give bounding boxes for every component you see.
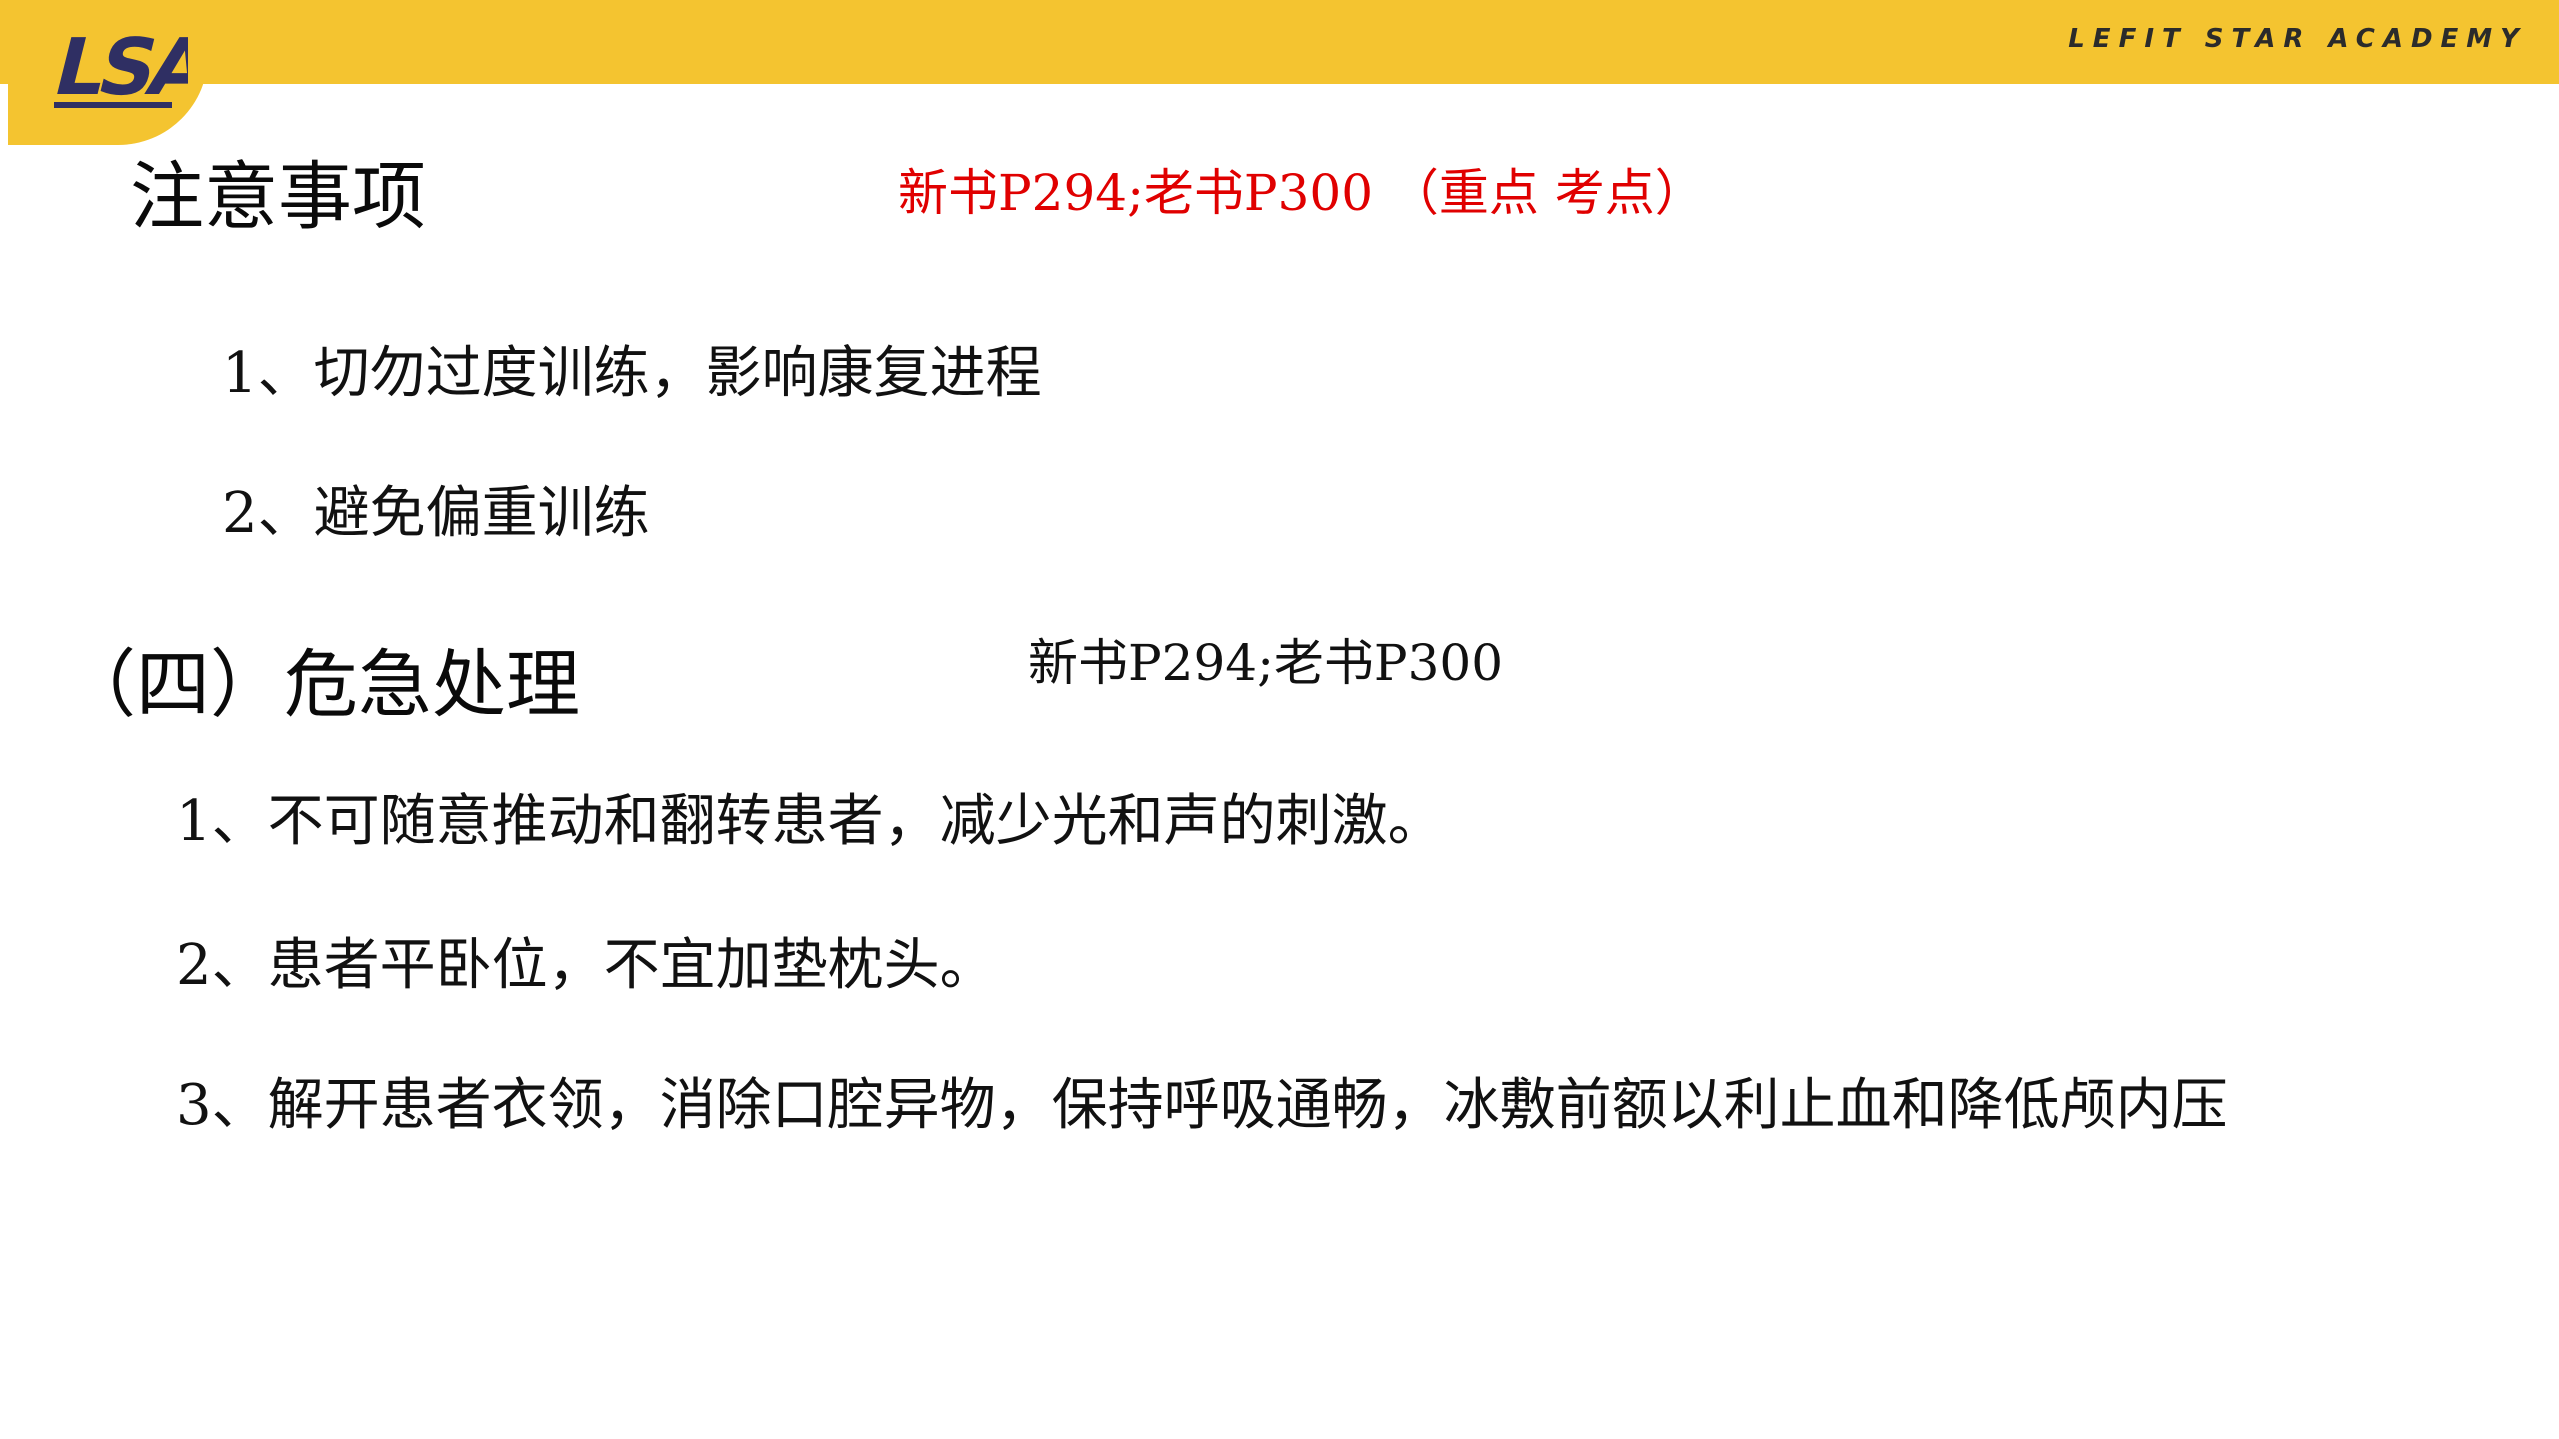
section-title-emergency: （四）危急处理 [62,642,580,728]
section-title-precautions: 注意事项 [130,154,426,240]
list-item: 3、解开患者衣领，消除口腔异物，保持呼吸通畅，冰敷前额以利止血和降低颅内压 [176,1073,2228,1138]
logo-tab: LSA [8,0,208,145]
list-item: 2、患者平卧位，不宜加垫枕头。 [176,933,996,998]
lsa-logo: LSA [45,22,188,113]
book-reference: 新书P294;老书P300 [1028,634,1503,692]
list-item: 2、避免偏重训练 [222,481,650,546]
book-reference-key: 新书P294;老书P300 （重点 考点） [898,164,1705,222]
list-item: 1、切勿过度训练，影响康复进程 [222,341,1042,406]
svg-text:LSA: LSA [45,22,188,113]
brand-name: LEFIT STAR ACADEMY [2068,24,2527,54]
list-item: 1、不可随意推动和翻转患者，减少光和声的刺激。 [176,789,1444,854]
